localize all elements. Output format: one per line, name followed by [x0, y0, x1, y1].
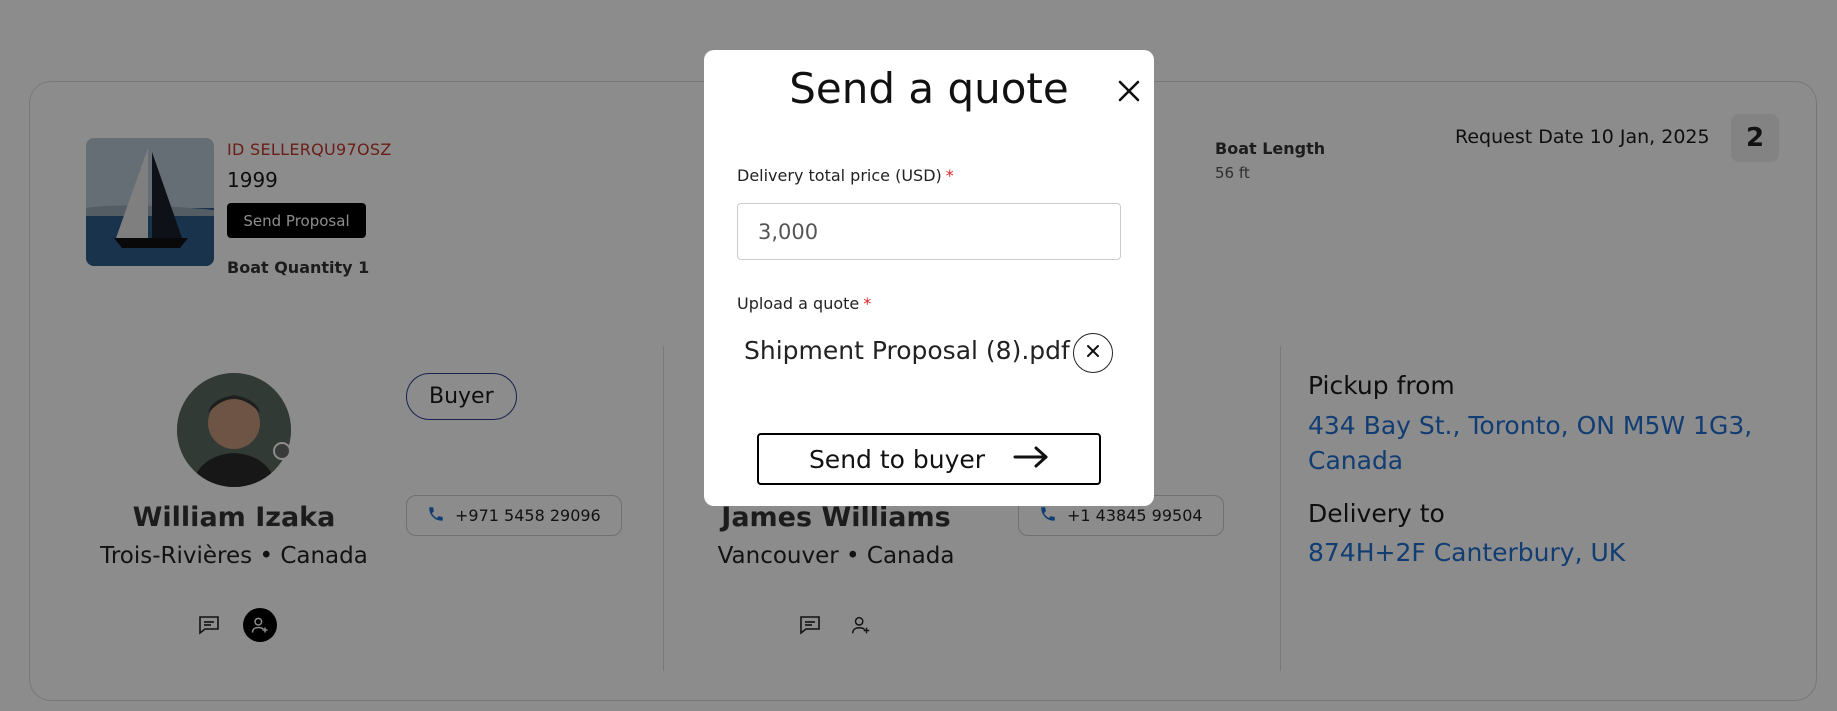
upload-label-text: Upload a quote	[737, 294, 860, 313]
send-to-buyer-button[interactable]: Send to buyer	[757, 433, 1101, 485]
uploaded-file-name: Shipment Proposal (8).pdf	[744, 336, 1070, 365]
modal-title: Send a quote	[789, 64, 1069, 113]
remove-file-button[interactable]	[1073, 333, 1113, 373]
price-label-text: Delivery total price (USD)	[737, 166, 942, 185]
delivery-price-input[interactable]	[737, 203, 1121, 260]
upload-field-label: Upload a quote *	[737, 294, 871, 313]
close-icon[interactable]	[1114, 76, 1144, 106]
close-icon	[1085, 343, 1101, 363]
arrow-right-icon	[1013, 445, 1049, 474]
submit-label: Send to buyer	[808, 444, 986, 474]
send-quote-modal: Send a quote Delivery total price (USD) *…	[704, 50, 1154, 506]
required-marker: *	[863, 294, 872, 313]
required-marker: *	[945, 166, 954, 185]
price-field-label: Delivery total price (USD) *	[737, 166, 954, 185]
